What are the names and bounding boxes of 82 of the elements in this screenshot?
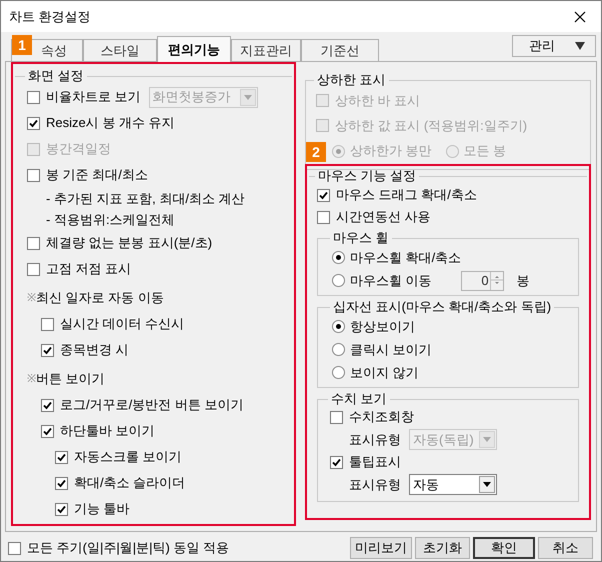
- radio-label: 보이지 않기: [350, 364, 419, 382]
- radio-button[interactable]: [332, 320, 345, 333]
- checkbox[interactable]: [41, 424, 54, 438]
- annotation-badge: 2: [306, 142, 326, 162]
- radio-label: 클릭시 보이기: [350, 340, 432, 359]
- checkbox[interactable]: [8, 542, 21, 554]
- checkbox[interactable]: [41, 398, 54, 412]
- group-title: 수치 보기: [330, 391, 388, 407]
- dialog-button[interactable]: 취소: [538, 537, 593, 559]
- checkbox-label: 모든 주기(일|주|월|분|틱) 동일 적용: [27, 539, 230, 558]
- dropdown-arrow-icon: [483, 482, 491, 487]
- group-title: 상하한 표시: [316, 72, 387, 88]
- checkbox-label: 수치조회창: [349, 408, 414, 426]
- checkbox[interactable]: [27, 236, 40, 250]
- radio-button[interactable]: [332, 366, 345, 379]
- checkbox[interactable]: [317, 210, 330, 224]
- dropdown[interactable]: 자동: [409, 474, 497, 495]
- group-title: 마우스 휠: [332, 230, 390, 246]
- checkbox-label: 시간연동선 사용: [336, 208, 431, 226]
- dropdown-arrow-icon: [244, 94, 252, 100]
- tab[interactable]: 기준선: [301, 39, 379, 61]
- checkbox-label: Resize시 봉 개수 유지: [46, 114, 175, 132]
- checkbox-label: 고점 저점 표시: [46, 260, 132, 278]
- checkbox[interactable]: [27, 168, 40, 182]
- checkbox-label: 종목변경 시: [60, 341, 129, 360]
- checkbox-label: 상하한 값 표시 (적용범위:일주기): [335, 116, 528, 135]
- dialog-button[interactable]: 확인: [473, 537, 535, 559]
- checkbox-label: 실시간 데이터 수신시: [60, 315, 184, 334]
- checkbox-label: 봉 기준 최대/최소: [46, 166, 148, 184]
- group-title: 십자선 표시(마우스 확대/축소와 독립): [332, 299, 552, 315]
- checkbox-label: 마우스 드래그 확대/축소: [336, 186, 477, 204]
- checkbox[interactable]: [27, 262, 40, 276]
- checkbox-label: 비율차트로 보기: [46, 88, 141, 106]
- radio-label: 마우스휠 확대/축소: [350, 248, 462, 267]
- checkbox[interactable]: [55, 450, 68, 464]
- checkbox-label: 봉간격일정: [46, 140, 111, 158]
- reference-mark: ※: [27, 290, 36, 306]
- checkbox[interactable]: [330, 456, 343, 468]
- dialog-button[interactable]: 미리보기: [350, 537, 412, 559]
- radio-label: 상하한가 봉만: [350, 142, 432, 160]
- note-text: - 추가된 지표 포함, 최대/최소 계산: [45, 190, 246, 208]
- dropdown-arrow-icon: [575, 42, 585, 50]
- radio-label: 모든 봉: [464, 142, 506, 160]
- annotation-badge: 1: [12, 35, 32, 55]
- manage-menu-button[interactable]: 관리: [512, 35, 596, 57]
- tab[interactable]: 편의기능: [157, 36, 231, 62]
- checkbox-label: 툴팁표시: [349, 453, 401, 472]
- checkbox-label: 하단툴바 보이기: [60, 422, 155, 440]
- tab[interactable]: 스타일: [83, 39, 157, 61]
- field-label: 표시유형: [349, 476, 401, 494]
- checkbox[interactable]: [330, 410, 343, 424]
- radio-button[interactable]: [332, 274, 345, 287]
- radio-label: 항상보이기: [350, 318, 415, 336]
- checkbox[interactable]: [317, 188, 330, 202]
- checkbox-label: 확대/축소 슬라이더: [74, 474, 186, 492]
- radio-label: 마우스휠 이동: [350, 272, 432, 290]
- field-label: 표시유형: [349, 430, 401, 449]
- checkbox-label: 체결량 없는 분봉 표시(분/초): [46, 234, 212, 252]
- dropdown-arrow-icon: [483, 437, 491, 442]
- reference-mark: ※: [27, 372, 36, 387]
- checkbox[interactable]: [41, 344, 54, 356]
- close-icon: [574, 10, 586, 22]
- radio-button[interactable]: [332, 343, 345, 356]
- checkbox[interactable]: [27, 116, 40, 130]
- radio-button[interactable]: [332, 251, 345, 264]
- checkbox-label: 상하한 바 표시: [335, 92, 420, 110]
- group-title: 마우스 기능 설정: [317, 168, 418, 184]
- checkbox-label: 기능 툴바: [74, 500, 130, 518]
- note-text: - 적용범위:스케일전체: [45, 210, 176, 229]
- checkbox[interactable]: [55, 476, 68, 490]
- unit-label: 봉: [516, 272, 530, 290]
- checkbox[interactable]: [55, 502, 68, 516]
- section-heading: 버튼 보이기: [36, 370, 105, 388]
- group-title: 화면 설정: [27, 68, 85, 84]
- section-heading: 최신 일자로 자동 이동: [36, 289, 164, 308]
- tab[interactable]: 지표관리: [231, 39, 301, 61]
- checkbox[interactable]: [41, 318, 54, 330]
- checkbox[interactable]: [27, 90, 40, 104]
- dialog-button[interactable]: 초기화: [415, 537, 470, 559]
- window-title: 차트 환경설정: [9, 8, 91, 26]
- checkbox-label: 로그/거꾸로/봉반전 버튼 보이기: [60, 396, 244, 414]
- checkbox-label: 자동스크롤 보이기: [74, 448, 182, 466]
